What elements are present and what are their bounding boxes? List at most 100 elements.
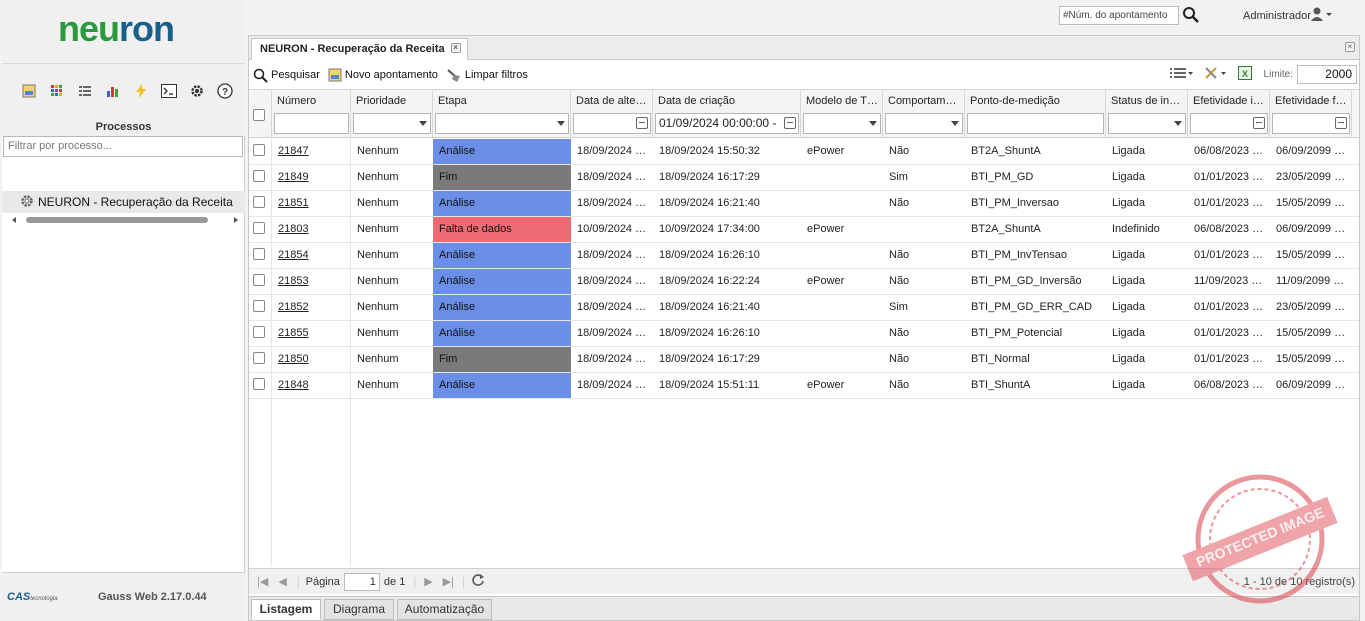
appointment-link[interactable]: 21854 — [278, 249, 309, 261]
prev-page-icon[interactable]: ◀ — [278, 575, 286, 588]
table-row[interactable]: 21855 Nenhum Análise 18/09/2024 … 18/09/2024… — [249, 321, 1359, 347]
columns-menu-icon[interactable] — [1169, 67, 1194, 82]
process-filter-input[interactable]: Filtrar por processo... — [3, 136, 243, 157]
col-etapa[interactable]: Etapa — [433, 90, 571, 138]
appointment-link[interactable]: 21855 — [278, 327, 309, 339]
gear-icon[interactable] — [186, 80, 208, 102]
table-row[interactable]: 21854 Nenhum Análise 18/09/2024 … 18/09/2024… — [249, 243, 1359, 269]
filter-efetividade-inicio[interactable] — [1190, 113, 1268, 134]
table-row[interactable]: 21853 Nenhum Análise 18/09/2024 … 18/09/2024… — [249, 269, 1359, 295]
col-prioridade[interactable]: Prioridade — [351, 90, 433, 138]
table-row[interactable]: 21847 Nenhum Análise 18/09/2024 … 18/09/2024… — [249, 139, 1359, 165]
clear-filters-button[interactable]: Limpar filtros — [446, 68, 528, 82]
lightning-icon[interactable] — [130, 80, 152, 102]
row-checkbox[interactable] — [253, 222, 265, 234]
excel-icon[interactable]: X — [1237, 66, 1252, 83]
appointment-link[interactable]: 21847 — [278, 145, 309, 157]
row-checkbox[interactable] — [253, 274, 265, 286]
appointment-search-input[interactable]: #Núm. do apontamento — [1059, 6, 1179, 25]
row-checkbox[interactable] — [253, 170, 265, 182]
tab-diagrama[interactable]: Diagrama — [324, 599, 394, 620]
next-page-icon[interactable]: ▶ — [424, 575, 432, 588]
cell-numero[interactable]: 21854 — [272, 243, 351, 268]
first-page-icon[interactable]: |◀ — [257, 575, 268, 588]
search-icon[interactable] — [1182, 6, 1200, 24]
table-row[interactable]: 21851 Nenhum Análise 18/09/2024 … 18/09/2024… — [249, 191, 1359, 217]
filter-status[interactable] — [1108, 113, 1186, 134]
row-checkbox[interactable] — [253, 300, 265, 312]
col-data-criacao[interactable]: Data de criação 01/09/2024 00:00:00 - — [653, 90, 801, 138]
tab-close-icon[interactable]: × — [450, 43, 461, 53]
list-icon[interactable] — [74, 80, 96, 102]
row-checkbox[interactable] — [253, 326, 265, 338]
calendar-icon[interactable] — [1335, 117, 1347, 129]
filter-data-alteracao[interactable] — [573, 113, 651, 134]
appointment-link[interactable]: 21849 — [278, 171, 309, 183]
table-row[interactable]: 21850 Nenhum Fim 18/09/2024 … 18/09/2024 16:… — [249, 347, 1359, 373]
page-input[interactable]: 1 — [343, 572, 380, 591]
cell-numero[interactable]: 21848 — [272, 373, 351, 398]
help-icon[interactable]: ? — [214, 80, 236, 102]
filter-numero[interactable] — [274, 113, 349, 134]
user-icon[interactable] — [1311, 7, 1332, 21]
image-icon[interactable] — [18, 80, 40, 102]
tools-menu-icon[interactable] — [1204, 66, 1228, 83]
cell-numero[interactable]: 21850 — [272, 347, 351, 372]
col-ponto[interactable]: Ponto-de-medição — [965, 90, 1106, 138]
filter-ponto[interactable] — [967, 113, 1104, 134]
col-data-alteracao[interactable]: Data de alte… — [571, 90, 653, 138]
tab-listagem[interactable]: Listagem — [251, 599, 321, 620]
cell-numero[interactable]: 21847 — [272, 139, 351, 164]
limit-input[interactable]: 2000 — [1297, 65, 1357, 84]
row-checkbox[interactable] — [253, 196, 265, 208]
cell-numero[interactable]: 21803 — [272, 217, 351, 242]
filter-prioridade[interactable] — [353, 113, 431, 134]
col-comportamento[interactable]: Comportam… — [883, 90, 965, 138]
refresh-icon[interactable] — [471, 573, 485, 590]
row-checkbox[interactable] — [253, 248, 265, 260]
calendar-icon[interactable] — [1253, 117, 1265, 129]
select-all-checkbox[interactable] — [253, 109, 265, 121]
cell-numero[interactable]: 21853 — [272, 269, 351, 294]
col-modelo[interactable]: Modelo de T… — [801, 90, 883, 138]
tab-automatizacao[interactable]: Automatização — [397, 599, 492, 620]
filter-comportamento[interactable] — [885, 113, 963, 134]
col-efetividade-fim[interactable]: Efetividade f… — [1270, 90, 1352, 138]
appointment-link[interactable]: 21850 — [278, 353, 309, 365]
user-name[interactable]: Administrador — [1243, 10, 1311, 22]
grid-color-icon[interactable] — [46, 80, 68, 102]
cell-numero[interactable]: 21851 — [272, 191, 351, 216]
search-button[interactable]: Pesquisar — [253, 68, 320, 83]
col-efetividade-inicio[interactable]: Efetividade i… — [1188, 90, 1270, 138]
terminal-icon[interactable] — [158, 80, 180, 102]
col-numero[interactable]: Número — [272, 90, 351, 138]
appointment-link[interactable]: 21851 — [278, 197, 309, 209]
row-checkbox[interactable] — [253, 352, 265, 364]
calendar-icon[interactable] — [636, 117, 648, 129]
filter-modelo[interactable] — [803, 113, 881, 134]
filter-data-criacao[interactable]: 01/09/2024 00:00:00 - — [655, 113, 799, 134]
new-appointment-button[interactable]: Novo apontamento — [328, 68, 438, 82]
cell-numero[interactable]: 21855 — [272, 321, 351, 346]
cell-numero[interactable]: 21849 — [272, 165, 351, 190]
col-status[interactable]: Status de in… — [1106, 90, 1188, 138]
process-item-neuron[interactable]: NEURON - Recuperação da Receita — [2, 191, 245, 213]
row-checkbox[interactable] — [253, 378, 265, 390]
appointment-link[interactable]: 21803 — [278, 223, 309, 235]
appointment-link[interactable]: 21848 — [278, 379, 309, 391]
table-row[interactable]: 21852 Nenhum Análise 18/09/2024 … 18/09/2024… — [249, 295, 1359, 321]
table-row[interactable]: 21849 Nenhum Fim 18/09/2024 … 18/09/2024 16:… — [249, 165, 1359, 191]
last-page-icon[interactable]: ▶| — [443, 575, 454, 588]
filter-efetividade-fim[interactable] — [1272, 113, 1350, 134]
cell-numero[interactable]: 21852 — [272, 295, 351, 320]
appointment-link[interactable]: 21853 — [278, 275, 309, 287]
appointment-link[interactable]: 21852 — [278, 301, 309, 313]
table-row[interactable]: 21803 Nenhum Falta de dados 10/09/2024 … 10/… — [249, 217, 1359, 243]
calendar-icon[interactable] — [784, 117, 796, 129]
table-row[interactable]: 21848 Nenhum Análise 18/09/2024 … 18/09/2024… — [249, 373, 1359, 399]
tab-neuron[interactable]: NEURON - Recuperação da Receita × — [251, 38, 468, 60]
panel-close-icon[interactable]: × — [1345, 42, 1355, 52]
bar-chart-icon[interactable] — [102, 80, 124, 102]
process-hscrollbar[interactable] — [10, 215, 240, 225]
filter-etapa[interactable] — [435, 113, 569, 134]
